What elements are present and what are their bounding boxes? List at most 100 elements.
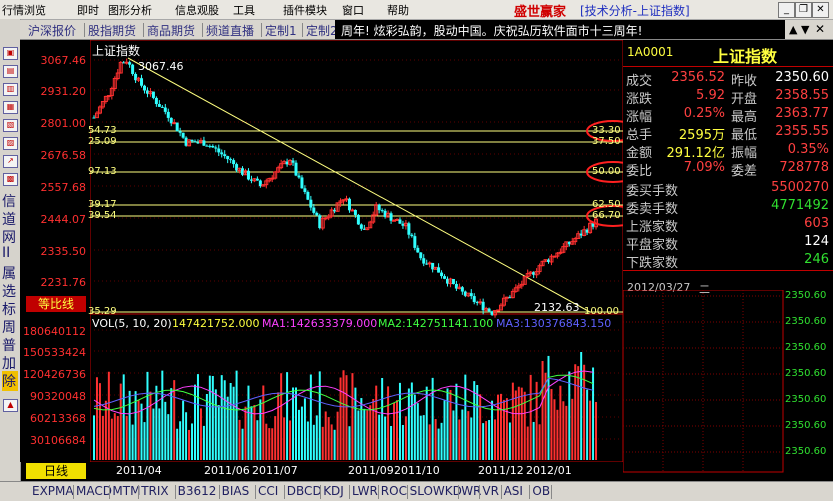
indicator-tab-kdj[interactable]: KDJ [323, 484, 344, 498]
sidebar-item-jia[interactable]: 加 [2, 353, 16, 373]
sidebar-item-xin[interactable]: 信 [2, 191, 16, 211]
menu-item-tools[interactable]: 工具 [233, 2, 255, 18]
candle-body [143, 85, 146, 91]
menu-item-window[interactable]: 窗口 [342, 2, 364, 18]
tab-custom-2[interactable]: 定制2 [306, 22, 338, 39]
indicator-tab-bar: EXPMA MACD MTM TRIX B3612 BIAS CCI DBCD KDJ LWR RO… [0, 481, 833, 501]
candle-body [190, 139, 194, 142]
menu-item-realtime[interactable]: 即时 [77, 2, 99, 18]
toolbar-quote-icon[interactable]: ▣ [3, 47, 18, 60]
equal-ratio-line-label[interactable]: 等比线 [26, 296, 86, 312]
candle-body [160, 106, 164, 108]
menu-item-help[interactable]: 帮助 [387, 2, 409, 18]
up-arrow-icon[interactable]: ▲ [789, 23, 797, 36]
candle-body [211, 145, 215, 148]
indicator-tab-b3612[interactable]: B3612 [178, 484, 217, 498]
tab-shsz-quotes[interactable]: 沪深报价 [28, 22, 76, 39]
tab-custom-1[interactable]: 定制1 [265, 22, 297, 39]
quote-value: 4771492 [771, 198, 829, 213]
toolbar-up-icon[interactable]: ▲ [3, 399, 18, 412]
sidebar-item-biao[interactable]: 标 [2, 299, 16, 319]
sidebar-item-chu[interactable]: 除 [2, 371, 18, 391]
sidebar-item-wang[interactable]: 网 [2, 227, 16, 247]
quote-label: 委买手数 [626, 184, 679, 199]
tab-live-channel[interactable]: 频道直播 [206, 22, 254, 39]
quote-label: 金额 [626, 146, 653, 161]
indicator-tab-dbcd[interactable]: DBCD [287, 484, 322, 498]
toolbar-filter-icon[interactable]: ▩ [3, 173, 18, 186]
candle-body [255, 178, 259, 181]
menu-item-plugins[interactable]: 插件模块 [283, 2, 327, 18]
candle-body [472, 296, 476, 302]
candle-body [437, 267, 441, 273]
fib-right-label: 66.70 [592, 210, 621, 221]
sidebar-item-zhou[interactable]: 周 [2, 317, 16, 337]
restore-icon[interactable]: ❐ [795, 2, 812, 18]
indicator-tab-macd[interactable]: MACD [76, 484, 112, 498]
candle-body [291, 160, 295, 163]
toolbar-list-icon[interactable]: ▥ [3, 83, 18, 96]
period-selector[interactable]: 日线 [26, 463, 86, 479]
tab-index-futures[interactable]: 股指期货 [88, 22, 136, 39]
menu-bar: 行情浏览 即时 图形分析 信息观股 工具 插件模块 窗口 帮助 盛世赢家 [技术… [0, 0, 833, 20]
tools-icon[interactable]: ✕ [815, 22, 825, 36]
menu-item-chart-analysis[interactable]: 图形分析 [108, 2, 152, 18]
candle-body [312, 207, 316, 213]
menu-item-info[interactable]: 信息观股 [175, 2, 219, 18]
quote-label: 委卖手数 [626, 202, 679, 217]
mini-tick: 2350.60 [785, 446, 827, 457]
fib-left-label: 97.13 [88, 166, 117, 177]
candle-body [163, 107, 167, 112]
stock-code: 1A0001 [627, 45, 674, 59]
candle-body [232, 160, 236, 165]
indicator-tab-wr[interactable]: WR [461, 484, 481, 498]
toolbar-grid-icon[interactable]: ▧ [3, 119, 18, 132]
fib-right-label: 37.50 [592, 136, 621, 147]
mini-tick: 2350.60 [785, 420, 827, 431]
indicator-tab-slowkd[interactable]: SLOWKD [410, 484, 462, 498]
price-tick: 2801.00 [40, 117, 87, 130]
indicator-tab-vr[interactable]: VR [482, 484, 499, 498]
toolbar-trend-icon[interactable]: ↗ [3, 155, 18, 168]
minimize-icon[interactable]: _ [778, 2, 795, 18]
indicator-tab-ob[interactable]: OB [532, 484, 550, 498]
menu-item-browse[interactable]: 行情浏览 [2, 2, 46, 18]
candle-body [469, 293, 473, 297]
close-icon[interactable]: ✕ [812, 2, 829, 18]
candle-body [315, 212, 319, 216]
sidebar-item-shu[interactable]: 属 [2, 263, 16, 283]
toolbar-doc-icon[interactable]: ▨ [3, 137, 18, 150]
quote-label: 昨收 [731, 74, 758, 89]
indicator-tab-expma[interactable]: EXPMA [32, 484, 74, 498]
sidebar-item-xuan[interactable]: 选 [2, 281, 16, 301]
fib-right-label: 62.50 [592, 199, 621, 210]
candle-body [166, 111, 170, 118]
candle-body [297, 175, 301, 178]
indicator-tab-cci[interactable]: CCI [258, 484, 278, 498]
sidebar-item-pu[interactable]: 普 [2, 335, 16, 355]
toolbar-bars-icon[interactable]: ▦ [3, 101, 18, 114]
trend-line [127, 57, 591, 313]
high-price-label: 3067.46 [138, 60, 184, 73]
candle-body [303, 188, 307, 193]
down-arrow-icon[interactable]: ▼ [801, 23, 809, 36]
x-axis-label: 2011/10 [394, 464, 440, 477]
sidebar-item-ii[interactable]: II [2, 245, 10, 261]
sidebar-item-dao[interactable]: 道 [2, 209, 16, 229]
indicator-tab-lwr[interactable]: LWR [352, 484, 378, 498]
toolbar-chart-icon[interactable]: ▤ [3, 65, 18, 78]
indicator-tab-roc[interactable]: ROC [381, 484, 407, 498]
candle-body [306, 192, 310, 200]
volume-tick: 120426736 [23, 368, 86, 381]
candle-body [413, 236, 417, 248]
indicator-tab-bias[interactable]: BIAS [222, 484, 250, 498]
indicator-tab-trix[interactable]: TRIX [141, 484, 168, 498]
chart-area[interactable]: 上证指数 VOL(5, 10, 20) 147421752.000 MA1:14… [88, 40, 623, 477]
indicator-tab-mtm[interactable]: MTM [112, 484, 140, 498]
volume-tick: 30106684 [30, 434, 86, 447]
quote-value: 603 [804, 216, 829, 231]
tab-commodity-futures[interactable]: 商品期货 [147, 22, 195, 39]
indicator-tab-asi[interactable]: ASI [504, 484, 523, 498]
candle-body [347, 198, 351, 211]
candle-body [398, 219, 402, 224]
